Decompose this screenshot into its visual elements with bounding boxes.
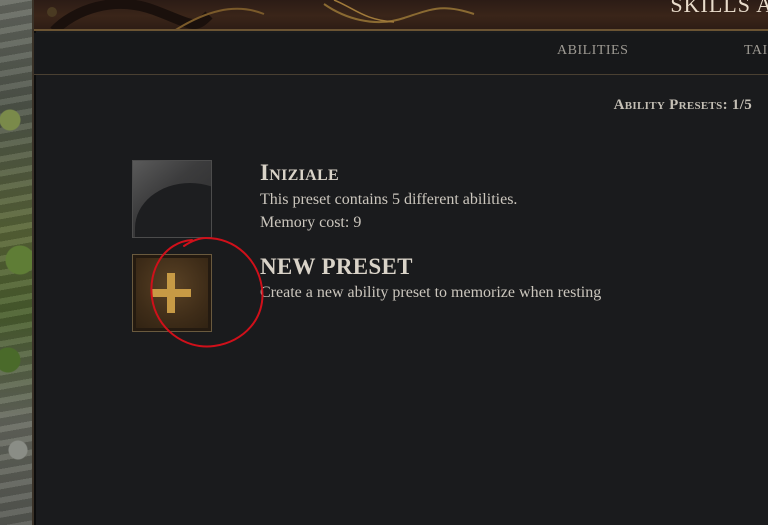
- new-preset-description: Create a new ability preset to memorize …: [260, 284, 602, 301]
- panel-header: SKILLS AN: [34, 0, 768, 31]
- preset-name: Iniziale: [260, 160, 339, 185]
- panel-title: SKILLS AN: [670, 0, 768, 17]
- preset-portrait-icon[interactable]: [132, 160, 212, 238]
- tab-abilities[interactable]: ABILITIES: [557, 43, 628, 59]
- new-preset-button[interactable]: [132, 254, 212, 332]
- tab-next[interactable]: TAI: [744, 43, 768, 59]
- tab-bar: ABILITIES TAI: [34, 33, 768, 75]
- new-preset-title: NEW PRESET: [260, 254, 413, 279]
- skills-panel: SKILLS AN ABILITIES TAI Ability Presets:…: [32, 0, 768, 525]
- ability-presets-count: Ability Presets: 1/5: [613, 97, 752, 113]
- game-world-background: [0, 0, 32, 525]
- plus-icon: [151, 273, 191, 313]
- new-preset-item[interactable]: NEW PRESET Create a new ability preset t…: [34, 252, 768, 334]
- header-ornament: [47, 0, 475, 29]
- preset-memory-cost: Memory cost: 9: [260, 214, 362, 231]
- preset-item[interactable]: Iniziale This preset contains 5 differen…: [34, 160, 768, 240]
- preset-description: This preset contains 5 different abiliti…: [260, 191, 518, 208]
